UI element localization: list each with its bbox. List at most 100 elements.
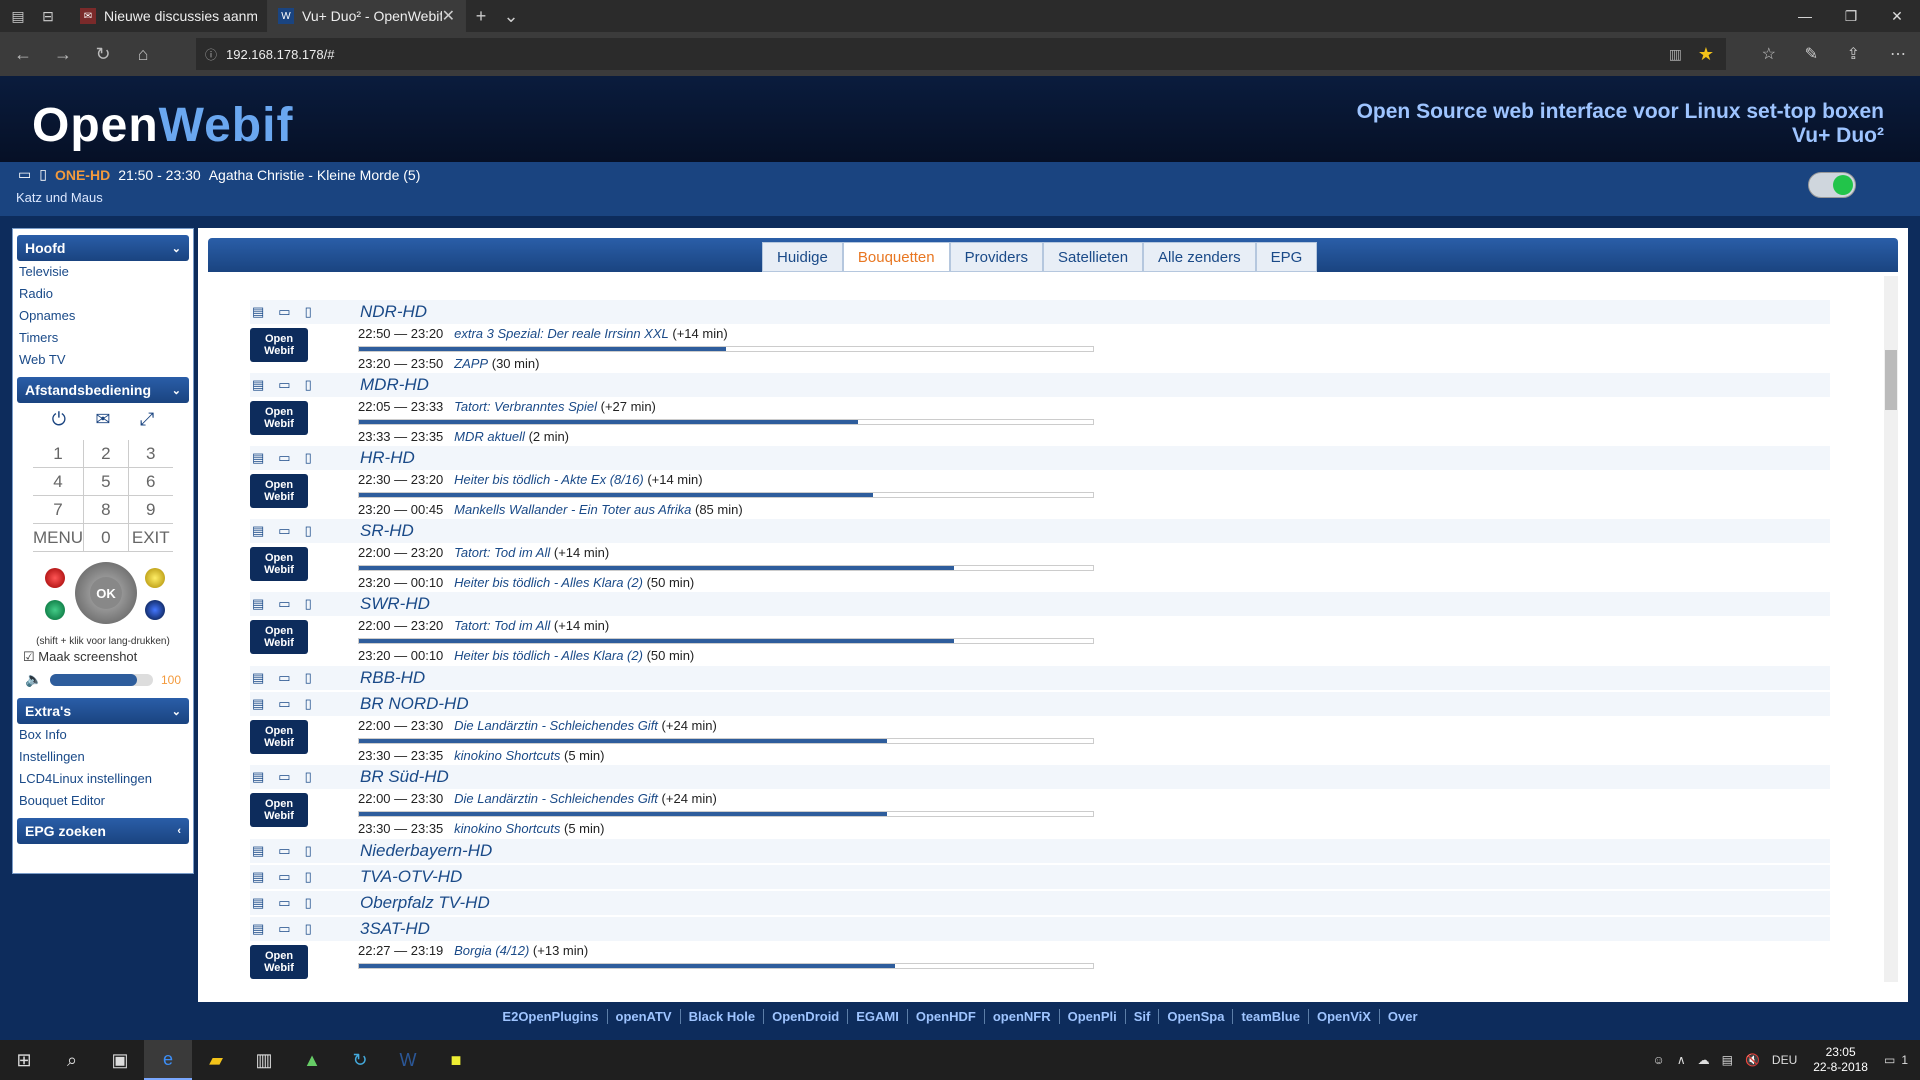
epg-icon[interactable]: ▤ <box>252 377 264 393</box>
channel-row[interactable]: ▤ ▭ ▯ MDR-HD <box>250 373 1830 397</box>
key-exit[interactable]: EXIT <box>128 524 173 552</box>
speaker-icon[interactable]: 🔈 <box>25 671 42 688</box>
channel-row[interactable]: ▤ ▭ ▯ BR Süd-HD <box>250 765 1830 789</box>
channel-name[interactable]: RBB-HD <box>360 668 425 688</box>
sidebar-item-webtv[interactable]: Web TV <box>17 349 189 371</box>
browser-tab-1[interactable]: ✉ Nieuwe discussies aanmake <box>70 0 268 32</box>
footer-link-e2openplugins[interactable]: E2OpenPlugins <box>494 1008 608 1024</box>
footer-link-sif[interactable]: Sif <box>1126 1008 1160 1024</box>
tv-stream-icon[interactable]: ▭ <box>278 843 290 859</box>
current-event[interactable]: 22:30 — 23:20 Heiter bis tödlich - Akte … <box>358 472 703 487</box>
restore-icon[interactable]: ❐ <box>1828 0 1874 32</box>
footer-link-openpli[interactable]: OpenPli <box>1060 1008 1126 1024</box>
openwebif-picon[interactable]: Open Webif <box>250 945 308 979</box>
footer-link-egami[interactable]: EGAMI <box>848 1008 908 1024</box>
current-event[interactable]: 22:00 — 23:20 Tatort: Tod im All (+14 mi… <box>358 618 609 633</box>
power-icon[interactable]: ⏻ <box>52 409 66 430</box>
footer-link-openatv[interactable]: openATV <box>608 1008 681 1024</box>
key-7[interactable]: 7 <box>33 496 85 524</box>
info-icon[interactable]: ⓘ <box>196 46 226 63</box>
footer-link-openhdf[interactable]: OpenHDF <box>908 1008 985 1024</box>
channel-name[interactable]: 3SAT-HD <box>360 919 430 939</box>
volume-slider[interactable] <box>50 673 153 686</box>
mobile-stream-icon[interactable]: ▯ <box>305 895 312 911</box>
explorer-icon[interactable]: ▰ <box>192 1040 240 1080</box>
footer-link-opennfr[interactable]: openNFR <box>985 1008 1060 1024</box>
epg-icon[interactable]: ▤ <box>252 523 264 539</box>
tab-satellieten[interactable]: Satellieten <box>1042 242 1144 272</box>
start-icon[interactable]: ⊞ <box>0 1040 48 1080</box>
close-window-icon[interactable]: ✕ <box>1874 0 1920 32</box>
channel-row[interactable]: ▤ ▭ ▯ Niederbayern-HD <box>250 839 1830 863</box>
tv-icon[interactable]: ▭ <box>18 166 31 183</box>
forward-icon[interactable]: → <box>46 34 80 74</box>
channel-row[interactable]: ▤ ▭ ▯ SWR-HD <box>250 592 1830 616</box>
mobile-icon[interactable]: ▯ <box>39 166 47 183</box>
footer-link-opendroid[interactable]: OpenDroid <box>764 1008 849 1024</box>
channel-name[interactable]: MDR-HD <box>360 375 429 395</box>
current-event[interactable]: 22:00 — 23:20 Tatort: Tod im All (+14 mi… <box>358 545 609 560</box>
mobile-stream-icon[interactable]: ▯ <box>305 304 312 320</box>
channel-row[interactable]: ▤ ▭ ▯ RBB-HD <box>250 666 1830 690</box>
openwebif-picon[interactable]: Open Webif <box>250 793 308 827</box>
mobile-stream-icon[interactable]: ▯ <box>305 450 312 466</box>
green-button[interactable] <box>45 600 65 620</box>
channel-name[interactable]: SR-HD <box>360 521 414 541</box>
onedrive-icon[interactable]: ☁ <box>1692 1053 1716 1067</box>
minimize-icon[interactable]: — <box>1782 0 1828 32</box>
epg-icon[interactable]: ▤ <box>252 769 264 785</box>
mobile-stream-icon[interactable]: ▯ <box>305 523 312 539</box>
mobile-stream-icon[interactable]: ▯ <box>305 869 312 885</box>
channel-row[interactable]: ▤ ▭ ▯ BR NORD-HD <box>250 692 1830 716</box>
next-event[interactable]: 23:30 — 23:35 kinokino Shortcuts (5 min) <box>358 748 604 763</box>
current-event[interactable]: 22:50 — 23:20 extra 3 Spezial: Der reale… <box>358 326 728 341</box>
key-4[interactable]: 4 <box>33 468 85 496</box>
sidebar-main-header[interactable]: Hoofd ⌄ <box>17 235 189 261</box>
openwebif-picon[interactable]: Open Webif <box>250 401 308 435</box>
clock[interactable]: 23:05 22-8-2018 <box>1803 1045 1878 1075</box>
openwebif-picon[interactable]: Open Webif <box>250 620 308 654</box>
set-aside-tabs-icon[interactable]: ⊟ <box>36 0 60 32</box>
channel-name[interactable]: TVA-OTV-HD <box>360 867 462 887</box>
openwebif-picon[interactable]: Open Webif <box>250 474 308 508</box>
key-0[interactable]: 0 <box>84 524 129 552</box>
language-indicator[interactable]: DEU <box>1766 1053 1803 1067</box>
key-1[interactable]: 1 <box>33 440 85 468</box>
channel-row[interactable]: ▤ ▭ ▯ TVA-OTV-HD <box>250 865 1830 889</box>
next-event[interactable]: 23:33 — 23:35 MDR aktuell (2 min) <box>358 429 569 444</box>
screenshot-checkbox[interactable]: ☑ Maak screenshot <box>17 647 189 667</box>
task-view-icon[interactable]: ▣ <box>96 1040 144 1080</box>
key-6[interactable]: 6 <box>128 468 173 496</box>
footer-link-over[interactable]: Over <box>1380 1009 1426 1024</box>
epg-icon[interactable]: ▤ <box>252 921 264 937</box>
yellow-button[interactable] <box>145 568 165 588</box>
footer-link-black-hole[interactable]: Black Hole <box>681 1008 765 1024</box>
tv-stream-icon[interactable]: ▭ <box>278 670 290 686</box>
channel-row[interactable]: ▤ ▭ ▯ NDR-HD <box>250 300 1830 324</box>
sidebar-item-lcd4linux[interactable]: LCD4Linux instellingen <box>17 768 189 790</box>
share-icon[interactable]: ⇪ <box>1847 32 1860 76</box>
mobile-stream-icon[interactable]: ▯ <box>305 670 312 686</box>
back-icon[interactable]: ← <box>6 34 40 74</box>
mobile-stream-icon[interactable]: ▯ <box>305 843 312 859</box>
notification-icon[interactable]: ▭ 1 <box>1878 1053 1920 1067</box>
next-event[interactable]: 23:20 — 00:10 Heiter bis tödlich - Alles… <box>358 575 694 590</box>
people-icon[interactable]: ☺ <box>1647 1053 1671 1067</box>
tv-stream-icon[interactable]: ▭ <box>278 869 290 885</box>
key-3[interactable]: 3 <box>128 440 173 468</box>
openwebif-picon[interactable]: Open Webif <box>250 547 308 581</box>
red-button[interactable] <box>45 568 65 588</box>
epg-icon[interactable]: ▤ <box>252 304 264 320</box>
volume-muted-icon[interactable]: 🔇 <box>1739 1053 1766 1067</box>
power-toggle[interactable] <box>1808 172 1856 198</box>
sidebar-item-bouquet-editor[interactable]: Bouquet Editor <box>17 790 189 812</box>
scroll-thumb[interactable] <box>1885 350 1897 410</box>
store-icon[interactable]: ▥ <box>240 1040 288 1080</box>
new-tab-icon[interactable]: + <box>466 6 496 27</box>
mobile-stream-icon[interactable]: ▯ <box>305 696 312 712</box>
sidebar-remote-header[interactable]: Afstandsbediening ⌄ <box>17 377 189 403</box>
tv-stream-icon[interactable]: ▭ <box>278 895 290 911</box>
next-event[interactable]: 23:20 — 00:10 Heiter bis tödlich - Alles… <box>358 648 694 663</box>
mobile-stream-icon[interactable]: ▯ <box>305 596 312 612</box>
scrollbar[interactable] <box>1884 276 1898 982</box>
